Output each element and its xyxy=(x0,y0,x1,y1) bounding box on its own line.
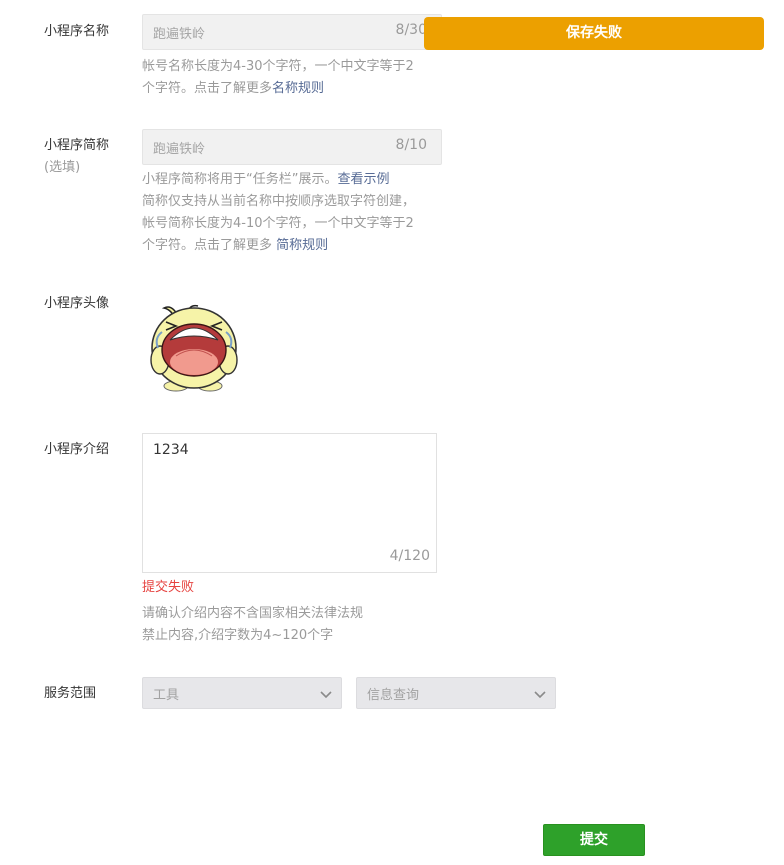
category-select-2-value: 信息查询 xyxy=(367,688,420,703)
intro-char-count: 4/120 xyxy=(389,548,430,564)
short-name-hint-line1: 小程序简称将用于“任务栏”展示。查看示例 xyxy=(142,169,415,191)
category-select-1[interactable]: 工具 xyxy=(142,677,342,709)
category-select-1-value: 工具 xyxy=(153,688,180,703)
short-name-label: 小程序简称 (选填) xyxy=(44,135,109,179)
category-select-2[interactable]: 信息查询 xyxy=(356,677,556,709)
short-name-hint-line4-text: 个字符。点击了解更多 xyxy=(142,238,277,253)
avatar-image[interactable] xyxy=(148,302,240,392)
intro-textarea-value: 1234 xyxy=(153,442,189,458)
intro-label: 小程序介绍 xyxy=(44,442,110,457)
short-name-hint-line1-text: 小程序简称将用于“任务栏”展示。 xyxy=(142,172,338,187)
name-input[interactable]: 跑遍铁岭 8/30 xyxy=(142,14,442,50)
short-name-hint-line4: 个字符。点击了解更多 简称规则 xyxy=(142,235,415,257)
short-name-label-text: 小程序简称 xyxy=(44,138,110,153)
short-name-char-count: 8/10 xyxy=(395,137,427,153)
short-name-input-value: 跑遍铁岭 xyxy=(153,142,206,157)
intro-hint-line2: 禁止内容,介绍字数为4~120个字 xyxy=(142,628,334,643)
short-name-hint-line2: 简称仅支持从当前名称中按顺序选取字符创建， xyxy=(142,194,416,209)
name-hint-line1: 帐号名称长度为4-30个字符，一个中文字等于2 xyxy=(142,59,414,74)
name-hint-line2: 个字符。点击了解更多名称规则 xyxy=(142,78,414,100)
avatar-label: 小程序头像 xyxy=(44,296,110,311)
short-name-rules-link[interactable]: 简称规则 xyxy=(276,238,328,253)
name-input-value: 跑遍铁岭 xyxy=(153,27,206,42)
short-name-input[interactable]: 跑遍铁岭 8/10 xyxy=(142,129,442,165)
chevron-down-icon xyxy=(320,691,332,699)
name-rules-link[interactable]: 名称规则 xyxy=(272,81,324,96)
short-name-optional-label: (选填) xyxy=(44,160,81,175)
chevron-down-icon xyxy=(534,691,546,699)
submit-button[interactable]: 提交 xyxy=(543,824,645,856)
short-name-hint-line3: 帐号简称长度为4-10个字符，一个中文字等于2 xyxy=(142,216,414,231)
view-example-link[interactable]: 查看示例 xyxy=(337,172,389,187)
name-hint-line2-text: 个字符。点击了解更多 xyxy=(142,81,273,96)
intro-hint: 请确认介绍内容不含国家相关法律法规 禁止内容,介绍字数为4~120个字 xyxy=(142,603,363,647)
name-label: 小程序名称 xyxy=(44,24,110,39)
name-char-count: 8/30 xyxy=(395,22,427,38)
save-failed-toast: 保存失败 xyxy=(424,17,764,50)
name-hint: 帐号名称长度为4-30个字符，一个中文字等于2 个字符。点击了解更多名称规则 xyxy=(142,56,414,100)
intro-hint-line1: 请确认介绍内容不含国家相关法律法规 xyxy=(142,606,364,621)
intro-textarea[interactable]: 1234 4/120 xyxy=(142,433,437,573)
miniprogram-info-form: 小程序名称 跑遍铁岭 8/30 帐号名称长度为4-30个字符，一个中文字等于2 … xyxy=(0,0,784,865)
crying-chick-avatar-icon xyxy=(150,304,238,392)
submit-error-text: 提交失败 xyxy=(142,580,195,595)
short-name-hint: 小程序简称将用于“任务栏”展示。查看示例 简称仅支持从当前名称中按顺序选取字符创… xyxy=(142,169,415,257)
service-label: 服务范围 xyxy=(44,686,97,701)
